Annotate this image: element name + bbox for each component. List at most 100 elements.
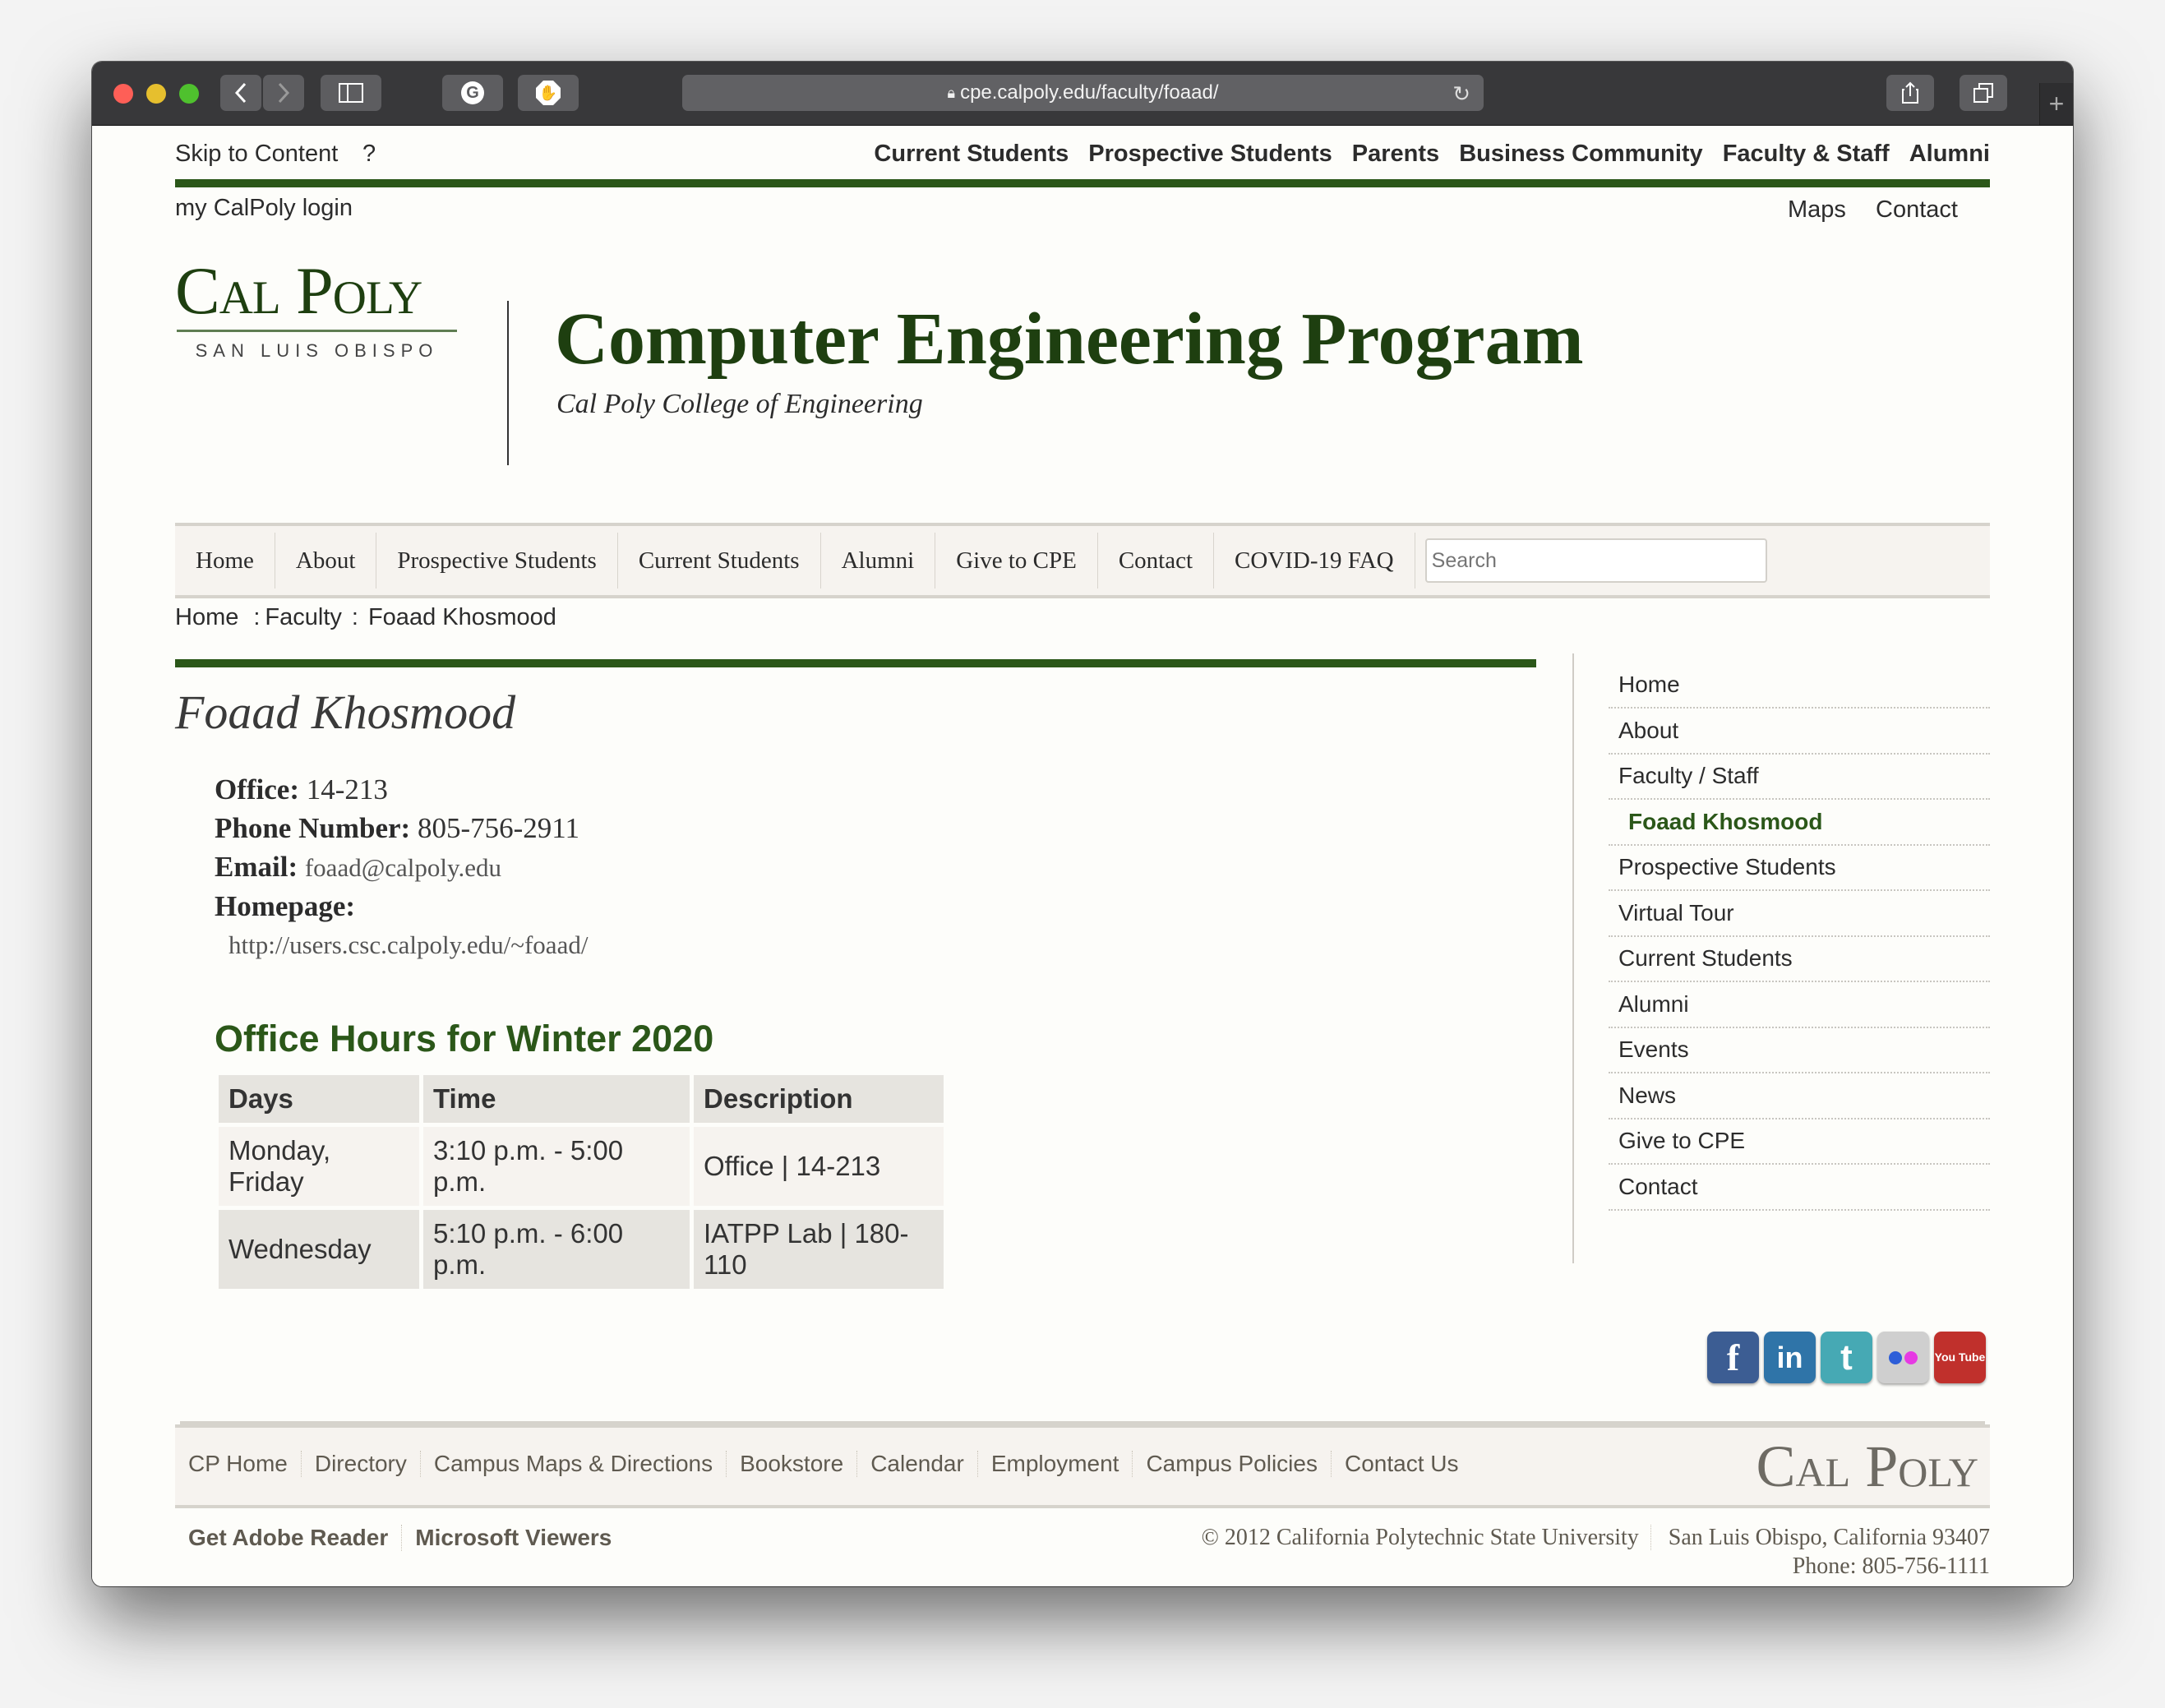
sidebar-item-faculty-staff[interactable]: Faculty / Staff <box>1609 755 1990 800</box>
footer-links: CP Home Directory Campus Maps & Directio… <box>175 1451 1471 1477</box>
office-value: 14-213 <box>306 773 388 806</box>
header-divider <box>507 301 509 465</box>
calpoly-logo[interactable]: Cal Poly SAN LUIS OBISPO <box>175 257 459 362</box>
nav-current-students[interactable]: Current Students <box>618 533 821 589</box>
sidebar-nav: Home About Faculty / Staff Foaad Khosmoo… <box>1609 664 1990 1212</box>
sidebar-item-give-to-cpe[interactable]: Give to CPE <box>1609 1120 1990 1165</box>
nav-alumni[interactable]: Alumni <box>821 533 936 589</box>
new-tab-button[interactable]: + <box>2039 83 2073 125</box>
sidebar-item-contact[interactable]: Contact <box>1609 1166 1990 1211</box>
minimize-window-button[interactable] <box>146 84 166 104</box>
audience-link-prospective-students[interactable]: Prospective Students <box>1088 141 1332 168</box>
sidebar-item-prospective-students[interactable]: Prospective Students <box>1609 847 1990 891</box>
phone-label: Phone Number: <box>215 812 411 844</box>
lock-icon: 🔒︎ <box>947 84 956 101</box>
browser-toolbar: G ✋ 🔒︎ cpe.calpoly.edu/faculty/foaad/ ↻ … <box>92 62 2073 126</box>
browser-window: G ✋ 🔒︎ cpe.calpoly.edu/faculty/foaad/ ↻ … <box>92 62 2073 1586</box>
copyright-line: © 2012 California Polytechnic State Univ… <box>1201 1523 1990 1552</box>
sidebar-item-virtual-tour[interactable]: Virtual Tour <box>1609 893 1990 937</box>
address-bar[interactable]: 🔒︎ cpe.calpoly.edu/faculty/foaad/ ↻ <box>682 75 1484 111</box>
audience-link-faculty-staff[interactable]: Faculty & Staff <box>1723 141 1890 168</box>
breadcrumb-home[interactable]: Home <box>175 604 238 631</box>
address-text: San Luis Obispo, California 93407 <box>1668 1525 1990 1550</box>
audience-link-alumni[interactable]: Alumni <box>1909 141 1990 168</box>
sidebar-toggle-button[interactable] <box>321 75 381 111</box>
flickr-icon[interactable] <box>1877 1332 1929 1383</box>
skip-to-content-link[interactable]: Skip to Content <box>175 141 338 168</box>
audience-link-parents[interactable]: Parents <box>1352 141 1439 168</box>
footer-copyright-block: © 2012 California Polytechnic State Univ… <box>1201 1523 1990 1581</box>
microsoft-viewers-link[interactable]: Microsoft Viewers <box>402 1525 625 1551</box>
footer-link-calendar[interactable]: Calendar <box>857 1451 978 1477</box>
phone-text: Phone: 805-756-1111 <box>1792 1553 1990 1579</box>
adblock-extension-button[interactable]: ✋ <box>518 75 579 111</box>
youtube-icon[interactable]: You Tube <box>1934 1332 1986 1383</box>
audience-link-business-community[interactable]: Business Community <box>1459 141 1703 168</box>
nav-about[interactable]: About <box>275 533 377 589</box>
footer-calpoly-logo[interactable]: Cal Poly <box>1756 1433 1978 1501</box>
site-title[interactable]: Computer Engineering Program <box>555 300 1584 378</box>
nav-give-to-cpe[interactable]: Give to CPE <box>935 533 1098 589</box>
forward-icon <box>278 82 290 104</box>
help-link[interactable]: ? <box>362 141 376 168</box>
footer-link-campus-policies[interactable]: Campus Policies <box>1133 1451 1332 1477</box>
sidebar-item-alumni[interactable]: Alumni <box>1609 984 1990 1028</box>
my-calpoly-login-link[interactable]: my CalPoly login <box>175 195 353 222</box>
cell-time: 5:10 p.m. - 6:00 p.m. <box>423 1210 690 1289</box>
get-adobe-reader-link[interactable]: Get Adobe Reader <box>175 1525 403 1551</box>
search-input[interactable] <box>1424 538 1767 583</box>
back-button[interactable] <box>220 75 261 111</box>
nav-home[interactable]: Home <box>175 533 275 589</box>
close-window-button[interactable] <box>113 84 133 104</box>
email-link[interactable]: foaad@calpoly.edu <box>305 853 501 882</box>
phone-value: 805-756-2911 <box>417 812 579 844</box>
office-hours-table: Days Time Description Monday, Friday 3:1… <box>215 1071 948 1293</box>
footer-link-directory[interactable]: Directory <box>302 1451 421 1477</box>
sidebar-item-events[interactable]: Events <box>1609 1029 1990 1073</box>
cell-time: 3:10 p.m. - 5:00 p.m. <box>423 1127 690 1206</box>
grammarly-extension-button[interactable]: G <box>442 75 503 111</box>
column-header-time: Time <box>423 1075 690 1123</box>
sidebar-item-news[interactable]: News <box>1609 1075 1990 1119</box>
maximize-window-button[interactable] <box>179 84 199 104</box>
share-button[interactable] <box>1886 75 1934 111</box>
homepage-link[interactable]: http://users.csc.calpoly.edu/~foaad/ <box>215 926 588 964</box>
footer-link-employment[interactable]: Employment <box>978 1451 1133 1477</box>
sidebar-item-home[interactable]: Home <box>1609 664 1990 709</box>
show-tabs-button[interactable] <box>1960 75 2007 111</box>
nav-contact[interactable]: Contact <box>1098 533 1215 589</box>
email-row: Email: foaad@calpoly.edu <box>215 847 588 887</box>
breadcrumb-faculty[interactable]: Faculty <box>265 604 341 631</box>
footer-link-campus-maps[interactable]: Campus Maps & Directions <box>421 1451 727 1477</box>
content-green-rule <box>175 659 1536 667</box>
sidebar-divider <box>1572 653 1574 1263</box>
facebook-icon[interactable]: f <box>1707 1332 1759 1383</box>
twitter-icon[interactable]: t <box>1821 1332 1872 1383</box>
sidebar-item-foaad-khosmood[interactable]: Foaad Khosmood <box>1609 801 1990 846</box>
url-text: cpe.calpoly.edu/faculty/foaad/ <box>960 81 1219 104</box>
footer-link-contact-us[interactable]: Contact Us <box>1332 1451 1472 1477</box>
forward-button[interactable] <box>263 75 304 111</box>
reload-icon[interactable]: ↻ <box>1452 81 1470 107</box>
cell-days: Wednesday <box>219 1210 419 1289</box>
cell-days: Monday, Friday <box>219 1127 419 1206</box>
sidebar-item-current-students[interactable]: Current Students <box>1609 938 1990 982</box>
share-icon <box>1902 81 1918 104</box>
back-icon <box>234 82 247 104</box>
maps-link[interactable]: Maps <box>1788 196 1846 224</box>
breadcrumb-separator: : <box>253 604 261 630</box>
copyright-text: © 2012 California Polytechnic State Univ… <box>1201 1525 1651 1550</box>
grammarly-icon: G <box>461 81 484 104</box>
linkedin-icon[interactable]: in <box>1764 1332 1816 1383</box>
sidebar-item-about[interactable]: About <box>1609 710 1990 755</box>
contact-link[interactable]: Contact <box>1876 196 1958 224</box>
nav-prospective-students[interactable]: Prospective Students <box>376 533 618 589</box>
footer-secondary-links: Get Adobe Reader Microsoft Viewers <box>175 1525 625 1551</box>
nav-covid-faq[interactable]: COVID-19 FAQ <box>1214 533 1415 589</box>
office-hours-heading: Office Hours for Winter 2020 <box>215 1018 714 1059</box>
footer-link-bookstore[interactable]: Bookstore <box>727 1451 858 1477</box>
breadcrumb: Home : Faculty : Foaad Khosmood <box>175 604 556 631</box>
new-tab-icon: + <box>2048 89 2065 118</box>
audience-link-current-students[interactable]: Current Students <box>874 141 1069 168</box>
footer-link-cp-home[interactable]: CP Home <box>175 1451 302 1477</box>
